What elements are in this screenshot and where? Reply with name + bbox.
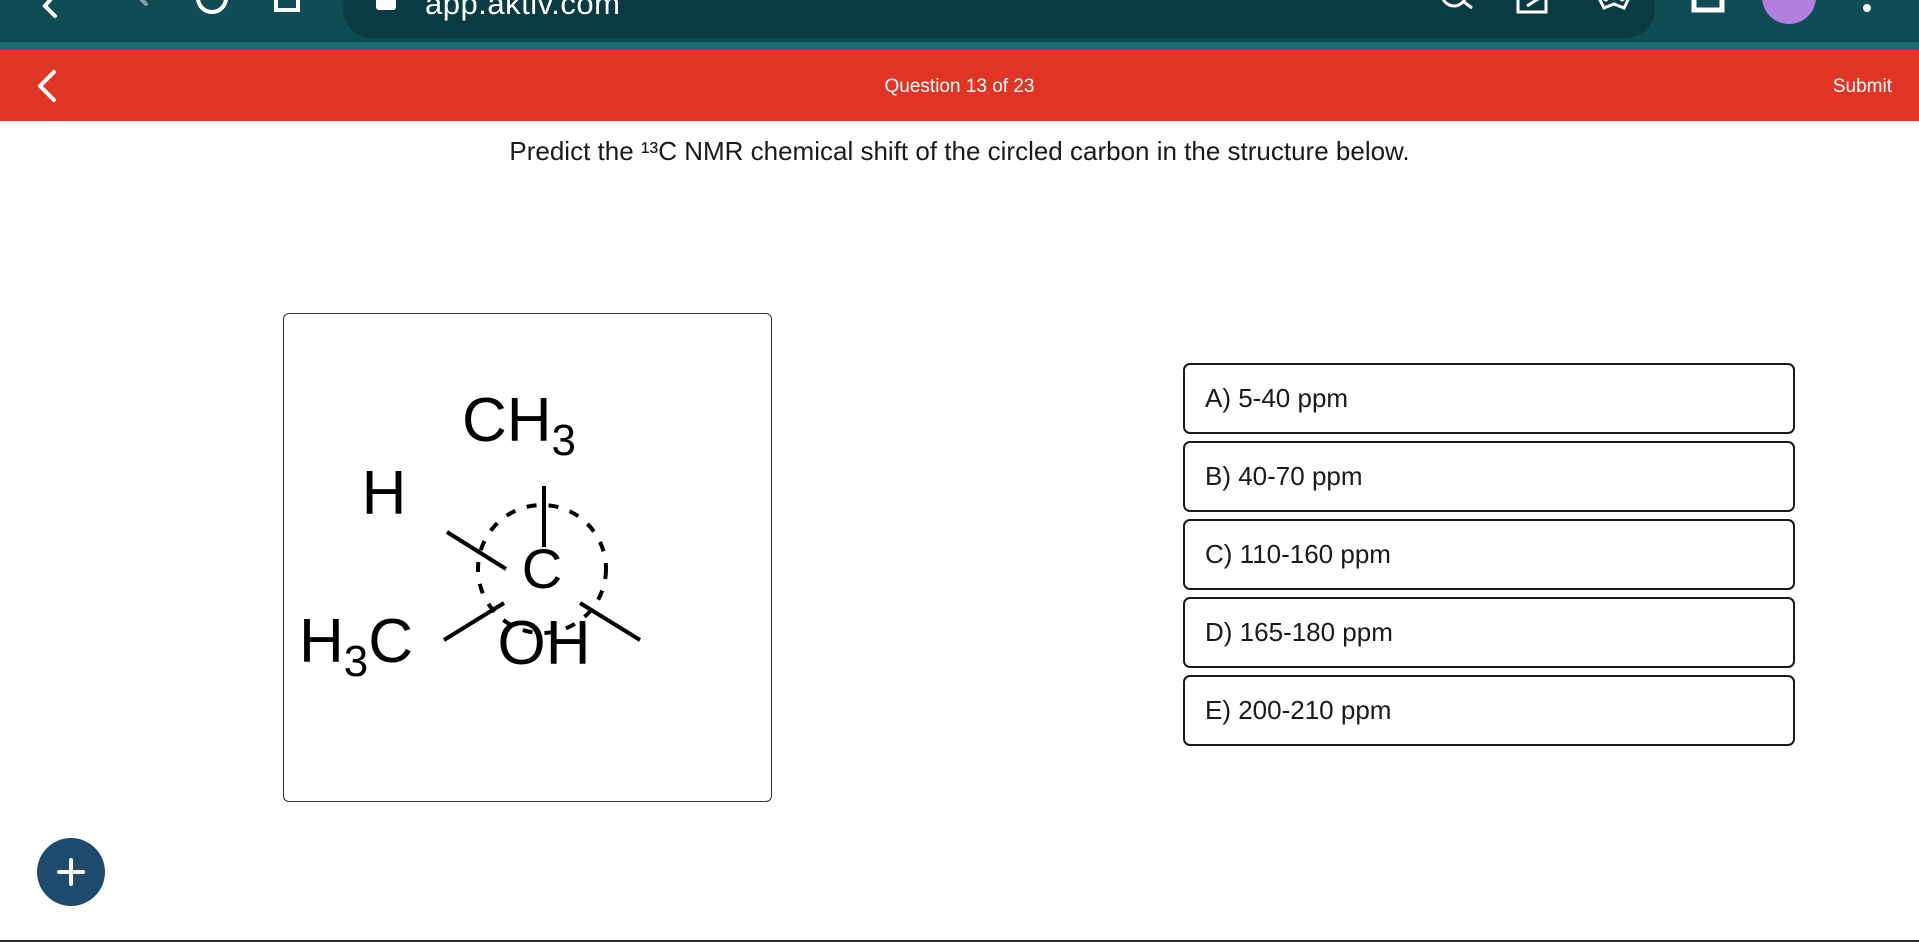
bookmark-star-icon[interactable] <box>1594 0 1634 16</box>
tab-icon[interactable] <box>273 0 303 16</box>
choice-d[interactable]: D) 165-180 ppm <box>1183 597 1795 668</box>
oh-label: OH <box>498 609 591 678</box>
answer-choices: A) 5-40 ppm B) 40-70 ppm C) 110-160 ppm … <box>1183 363 1795 753</box>
toolbar-divider <box>0 42 1919 50</box>
share-icon[interactable] <box>1515 0 1555 18</box>
question-counter: Question 13 of 23 <box>884 76 1035 97</box>
choice-b[interactable]: B) 40-70 ppm <box>1183 441 1795 512</box>
browser-forward-icon[interactable] <box>128 0 158 20</box>
reload-icon[interactable] <box>192 0 232 18</box>
submit-button[interactable]: Submit <box>1833 76 1892 98</box>
browser-back-icon[interactable] <box>35 0 65 20</box>
choice-a[interactable]: A) 5-40 ppm <box>1183 363 1795 434</box>
choice-e[interactable]: E) 200-210 ppm <box>1183 675 1795 746</box>
plus-icon <box>57 858 85 886</box>
molecule-drawing: CH3 H H3C OH C <box>299 386 642 686</box>
h3c-label: H3C <box>299 607 413 686</box>
extensions-icon[interactable] <box>1690 0 1730 16</box>
profile-avatar[interactable] <box>1762 0 1816 24</box>
ch3-top-label: CH3 <box>462 386 576 465</box>
structure-image: CH3 H H3C OH C <box>283 313 772 802</box>
question-header: Question 13 of 23 Submit <box>0 50 1919 121</box>
address-text: app.aktiv.com <box>425 0 621 21</box>
menu-dots-icon[interactable] <box>1859 0 1879 16</box>
lock-icon <box>376 0 396 10</box>
add-button[interactable] <box>37 838 105 906</box>
choice-c[interactable]: C) 110-160 ppm <box>1183 519 1795 590</box>
search-icon[interactable] <box>1436 0 1476 16</box>
question-prompt: Predict the ¹³C NMR chemical shift of th… <box>509 136 1410 166</box>
bond-ch3-left <box>442 601 506 642</box>
browser-toolbar: app.aktiv.com <box>0 0 1919 42</box>
h-label: H <box>362 459 407 528</box>
